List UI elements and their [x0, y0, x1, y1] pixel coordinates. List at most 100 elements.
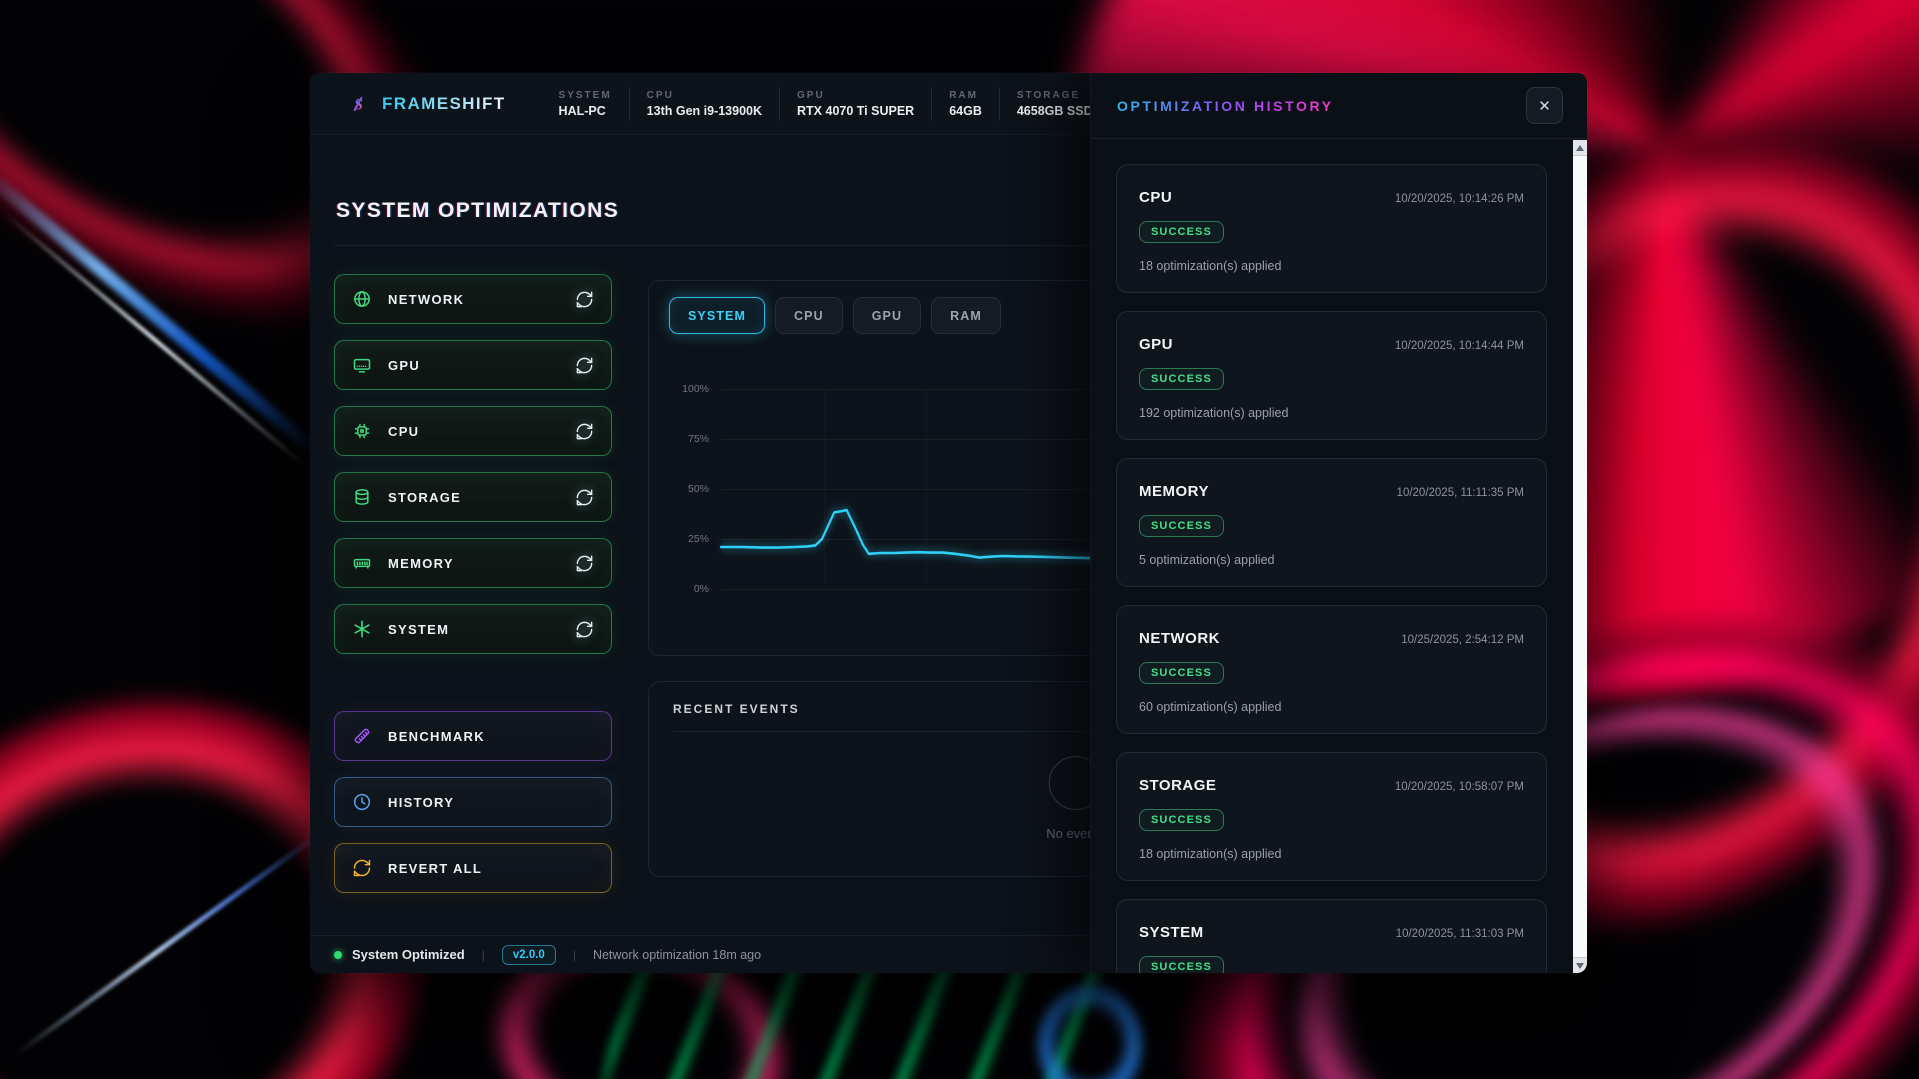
- history-panel-title: OPTIMIZATION HISTORY: [1117, 98, 1334, 114]
- history-entry-system: SYSTEM 10/20/2025, 11:31:03 PM SUCCESS: [1116, 899, 1547, 973]
- refresh-icon: [575, 422, 594, 441]
- status-badge: SUCCESS: [1139, 662, 1224, 684]
- y-tick-label: 25%: [688, 533, 709, 545]
- gridline-vertical: [824, 389, 825, 589]
- scrollbar-up-arrow[interactable]: [1573, 140, 1587, 155]
- chart-y-axis: 100%75%50%25%0%: [669, 389, 721, 589]
- y-tick-label: 100%: [682, 383, 709, 395]
- optimize-button-gpu[interactable]: GPU: [334, 340, 612, 390]
- svg-text:S: S: [354, 96, 363, 113]
- status-badge: SUCCESS: [1139, 809, 1224, 831]
- spark-icon: [352, 619, 372, 639]
- tab-cpu[interactable]: CPU: [775, 297, 843, 334]
- spec-label: SYSTEM: [559, 90, 612, 101]
- globe-icon: [352, 289, 372, 309]
- optimize-buttons: NETWORK GPU CPU STORAGE MEMORY SYSTEM: [334, 274, 612, 654]
- button-label: STORAGE: [388, 490, 461, 505]
- memory-icon: [352, 553, 372, 573]
- refresh-icon: [575, 620, 594, 639]
- database-icon: [352, 487, 372, 507]
- history-scrollbar[interactable]: [1573, 140, 1587, 973]
- optimize-button-network[interactable]: NETWORK: [334, 274, 612, 324]
- button-label: BENCHMARK: [388, 729, 485, 744]
- history-entry-gpu: GPU 10/20/2025, 10:14:44 PM SUCCESS 192 o…: [1116, 311, 1547, 440]
- button-label: REVERT ALL: [388, 861, 482, 876]
- entry-timestamp: 10/20/2025, 10:58:07 PM: [1395, 781, 1524, 793]
- entry-timestamp: 10/20/2025, 10:14:44 PM: [1395, 340, 1524, 352]
- entry-timestamp: 10/20/2025, 11:11:35 PM: [1397, 487, 1524, 499]
- scrollbar-thumb[interactable]: [1573, 155, 1587, 958]
- y-tick-label: 0%: [694, 583, 709, 595]
- entry-timestamp: 10/20/2025, 10:14:26 PM: [1395, 193, 1524, 205]
- spec-value: 64GB: [949, 104, 982, 118]
- entry-name: NETWORK: [1139, 630, 1220, 647]
- frameshift-window: S FRAMESHIFT SYSTEM HAL-PCCPU 13th Gen i…: [310, 73, 1587, 973]
- refresh-icon: [575, 290, 594, 309]
- refresh-icon: [575, 488, 594, 507]
- sidebar: NETWORK GPU CPU STORAGE MEMORY SYSTEM BENCHMA…: [334, 274, 612, 909]
- gridline-vertical: [1029, 389, 1030, 589]
- action-buttons: BENCHMARK HISTORY REVERT ALL: [334, 711, 612, 893]
- spec-ram: RAM 64GB: [931, 87, 999, 121]
- spec-label: CPU: [647, 90, 762, 101]
- status-badge: SUCCESS: [1139, 368, 1224, 390]
- button-label: NETWORK: [388, 292, 464, 307]
- action-button-benchmark[interactable]: BENCHMARK: [334, 711, 612, 761]
- entry-detail: 60 optimization(s) applied: [1139, 700, 1524, 714]
- optimize-button-storage[interactable]: STORAGE: [334, 472, 612, 522]
- frameshift-logo-icon: S: [348, 94, 368, 114]
- spec-system: SYSTEM HAL-PC: [542, 87, 629, 121]
- entry-detail: 18 optimization(s) applied: [1139, 259, 1524, 273]
- last-action-text: Network optimization 18m ago: [593, 948, 761, 962]
- spec-value: HAL-PC: [559, 104, 612, 118]
- button-label: MEMORY: [388, 556, 454, 571]
- history-entry-cpu: CPU 10/20/2025, 10:14:26 PM SUCCESS 18 op…: [1116, 164, 1547, 293]
- spec-value: RTX 4070 Ti SUPER: [797, 104, 914, 118]
- spec-label: STORAGE: [1017, 90, 1093, 101]
- brand-name: FRAMESHIFT: [382, 94, 506, 114]
- close-icon: ✕: [1538, 97, 1551, 115]
- history-entry-memory: MEMORY 10/20/2025, 11:11:35 PM SUCCESS5 …: [1116, 458, 1547, 587]
- spec-cpu: CPU 13th Gen i9-13900K: [629, 87, 779, 121]
- spec-gpu: GPU RTX 4070 Ti SUPER: [779, 87, 931, 121]
- entry-name: STORAGE: [1139, 777, 1216, 794]
- optimize-button-cpu[interactable]: CPU: [334, 406, 612, 456]
- system-specs: SYSTEM HAL-PCCPU 13th Gen i9-13900KGPU R…: [542, 87, 1110, 121]
- version-badge[interactable]: v2.0.0: [502, 945, 556, 965]
- entry-timestamp: 10/25/2025, 2:54:12 PM: [1401, 634, 1524, 646]
- status-badge: SUCCESS: [1139, 515, 1224, 537]
- action-button-history[interactable]: HISTORY: [334, 777, 612, 827]
- entry-detail: 192 optimization(s) applied: [1139, 406, 1524, 420]
- entry-name: MEMORY: [1139, 483, 1209, 500]
- spec-label: GPU: [797, 90, 914, 101]
- status-badge: SUCCESS: [1139, 221, 1224, 243]
- optimize-button-system[interactable]: SYSTEM: [334, 604, 612, 654]
- status-text: System Optimized: [352, 947, 465, 962]
- optimization-history-panel: OPTIMIZATION HISTORY ✕ CPU 10/20/2025, 1…: [1090, 73, 1587, 973]
- tab-gpu[interactable]: GPU: [853, 297, 921, 334]
- button-label: CPU: [388, 424, 419, 439]
- history-panel-header: OPTIMIZATION HISTORY ✕: [1091, 73, 1587, 139]
- entry-name: GPU: [1139, 336, 1173, 353]
- close-button[interactable]: ✕: [1526, 87, 1563, 124]
- entry-name: CPU: [1139, 189, 1172, 206]
- action-button-revert-all[interactable]: REVERT ALL: [334, 843, 612, 893]
- optimize-button-memory[interactable]: MEMORY: [334, 538, 612, 588]
- separator: |: [482, 948, 485, 962]
- status-dot: [334, 951, 342, 959]
- y-tick-label: 75%: [688, 433, 709, 445]
- history-list: CPU 10/20/2025, 10:14:26 PM SUCCESS 18 op…: [1091, 140, 1573, 973]
- spec-value: 13th Gen i9-13900K: [647, 104, 762, 118]
- history-entry-storage: STORAGE 10/20/2025, 10:58:07 PM SUCCESS 1…: [1116, 752, 1547, 881]
- gridline-vertical: [926, 389, 927, 589]
- clock-icon: [352, 792, 372, 812]
- tab-system[interactable]: SYSTEM: [669, 297, 765, 334]
- entry-name: SYSTEM: [1139, 924, 1204, 941]
- status-badge: SUCCESS: [1139, 956, 1224, 973]
- revert-icon: [352, 858, 372, 878]
- scrollbar-down-arrow[interactable]: [1573, 958, 1587, 973]
- button-label: SYSTEM: [388, 622, 449, 637]
- button-label: GPU: [388, 358, 420, 373]
- tab-ram[interactable]: RAM: [931, 297, 1001, 334]
- entry-detail: 18 optimization(s) applied: [1139, 847, 1524, 861]
